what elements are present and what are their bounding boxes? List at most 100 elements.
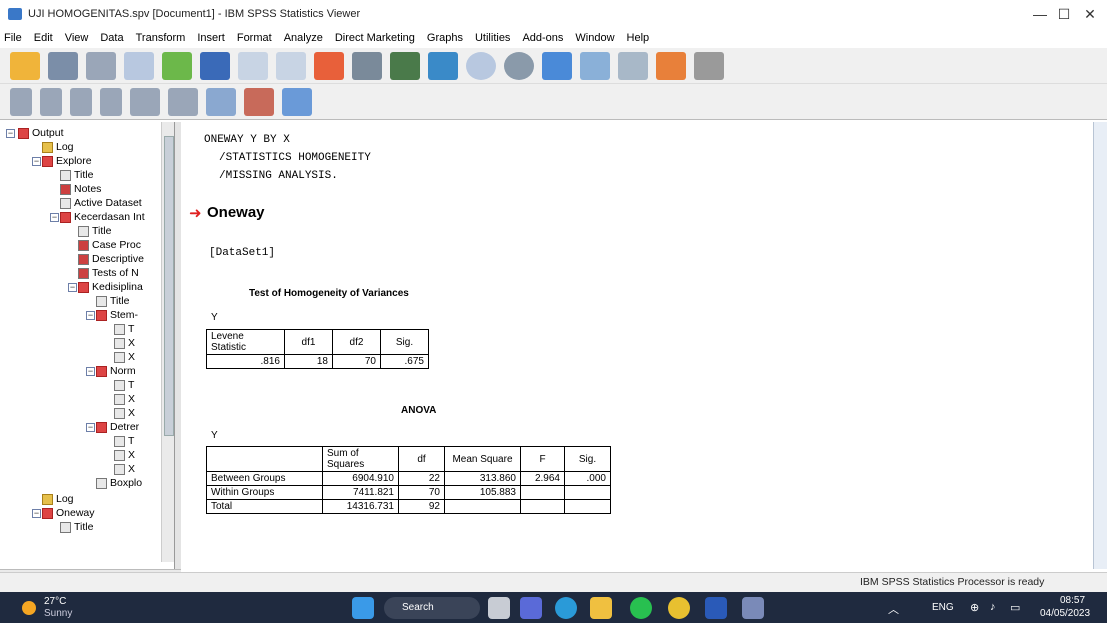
tree-item-text[interactable]: X — [114, 350, 135, 364]
tree-item-stem-leaf[interactable]: Stem- — [96, 308, 138, 322]
tree-item-chart[interactable]: X — [114, 406, 135, 420]
collapse-toggle[interactable]: − — [86, 367, 95, 376]
collapse-toggle[interactable]: − — [6, 129, 15, 138]
show-icon[interactable] — [130, 87, 160, 116]
chrome-icon[interactable] — [668, 597, 690, 619]
battery-icon[interactable]: ▭ — [1010, 601, 1020, 614]
menu-file[interactable]: File — [4, 32, 22, 44]
spss-taskbar-icon[interactable] — [742, 597, 764, 619]
hide-item-icon[interactable] — [168, 87, 198, 116]
tree-item-chart[interactable]: X — [114, 448, 135, 462]
insert-title-icon[interactable] — [244, 87, 274, 116]
tree-item-chart[interactable]: X — [114, 392, 135, 406]
tree-item-title[interactable]: Title — [60, 168, 93, 182]
chat-icon[interactable] — [520, 597, 542, 619]
tree-item-chart[interactable]: X — [114, 462, 135, 476]
tree-item-output[interactable]: Output — [18, 126, 64, 140]
tray-chevron-icon[interactable]: ︿ — [888, 601, 899, 617]
menu-graphs[interactable]: Graphs — [427, 32, 463, 44]
collapse-toggle[interactable]: − — [68, 283, 77, 292]
file-explorer-icon[interactable] — [590, 597, 612, 619]
clock-date[interactable]: 04/05/2023 — [1040, 608, 1090, 619]
tree-item-title[interactable]: Title — [78, 224, 111, 238]
menu-add-ons[interactable]: Add-ons — [522, 32, 563, 44]
language-indicator[interactable]: ENG — [932, 602, 954, 613]
search-label[interactable]: Search — [402, 602, 434, 613]
tree-item-title[interactable]: T — [114, 378, 134, 392]
print-icon[interactable] — [86, 51, 116, 80]
tree-item-title[interactable]: Title — [60, 520, 93, 534]
tree-item-kedisiplinan[interactable]: Kedisiplina — [78, 280, 143, 294]
save-icon[interactable] — [48, 51, 78, 80]
tree-item-title[interactable]: T — [114, 322, 134, 336]
open-folder-icon[interactable] — [10, 51, 40, 80]
variables-icon[interactable] — [390, 51, 420, 80]
oneway-heading[interactable]: Oneway — [207, 204, 265, 221]
find-icon[interactable] — [466, 51, 496, 80]
goto-case-icon[interactable] — [314, 51, 344, 80]
start-windows-icon[interactable] — [352, 597, 374, 619]
volume-icon[interactable]: ♪ — [990, 601, 996, 613]
tree-item-log[interactable]: Log — [42, 140, 74, 154]
collapse-toggle[interactable]: − — [50, 213, 59, 222]
menu-transform[interactable]: Transform — [136, 32, 186, 44]
tree-item-tests-of-normality[interactable]: Tests of N — [78, 266, 139, 280]
tree-item-title[interactable]: T — [114, 434, 134, 448]
collapse-toggle[interactable]: − — [86, 423, 95, 432]
spelling-icon[interactable] — [580, 51, 610, 80]
homogeneity-table[interactable]: Levene Statistic df1 df2 Sig. .816 18 70… — [206, 329, 429, 369]
tree-item-text[interactable]: X — [114, 336, 135, 350]
undo-icon[interactable] — [238, 51, 268, 80]
hide-icon[interactable] — [694, 51, 724, 80]
collapse-minus-icon[interactable] — [100, 87, 122, 116]
collapse-toggle[interactable]: − — [32, 509, 41, 518]
whatsapp-icon[interactable] — [630, 597, 652, 619]
menu-data[interactable]: Data — [100, 32, 123, 44]
menu-edit[interactable]: Edit — [34, 32, 53, 44]
tree-item-explore[interactable]: Explore — [42, 154, 92, 168]
tree-item-descriptives[interactable]: Descriptive — [78, 252, 144, 266]
collapse-toggle[interactable]: − — [86, 311, 95, 320]
network-icon[interactable]: ⊕ — [970, 601, 979, 614]
menu-help[interactable]: Help — [627, 32, 650, 44]
edge-icon[interactable] — [555, 597, 577, 619]
outline-scrollbar[interactable] — [161, 122, 174, 562]
tree-item-kecerdasan[interactable]: Kecerdasan Int — [60, 210, 145, 224]
clock-time[interactable]: 08:57 — [1060, 595, 1085, 606]
task-view-icon[interactable] — [488, 597, 510, 619]
export-icon[interactable] — [162, 51, 192, 80]
redo-icon[interactable] — [276, 51, 306, 80]
tree-item-normal-qq[interactable]: Norm — [96, 364, 136, 378]
close-button[interactable]: ✕ — [1070, 0, 1107, 28]
insert-text-icon[interactable] — [282, 87, 312, 116]
word-icon[interactable] — [705, 597, 727, 619]
menu-utilities[interactable]: Utilities — [475, 32, 510, 44]
menu-direct-marketing[interactable]: Direct Marketing — [335, 32, 415, 44]
use-sets-icon[interactable] — [504, 51, 534, 80]
tree-item-case-processing[interactable]: Case Proc — [78, 238, 141, 252]
insert-heading-icon[interactable] — [206, 87, 236, 116]
script-icon[interactable] — [656, 51, 686, 80]
menu-analyze[interactable]: Analyze — [284, 32, 323, 44]
tree-item-log[interactable]: Log — [42, 492, 74, 506]
tree-item-detrended[interactable]: Detrer — [96, 420, 139, 434]
menu-insert[interactable]: Insert — [197, 32, 225, 44]
show-all-variables-icon[interactable] — [542, 51, 572, 80]
menu-view[interactable]: View — [65, 32, 89, 44]
designate-window-icon[interactable] — [428, 51, 458, 80]
dialog-recall-icon[interactable] — [200, 51, 230, 80]
menu-window[interactable]: Window — [575, 32, 614, 44]
expand-plus-icon[interactable] — [70, 87, 92, 116]
tree-item-oneway[interactable]: Oneway — [42, 506, 95, 520]
collapse-toggle[interactable]: − — [32, 157, 41, 166]
menu-format[interactable]: Format — [237, 32, 272, 44]
tree-item-notes[interactable]: Notes — [60, 182, 101, 196]
promote-arrow-left-icon[interactable] — [10, 87, 32, 116]
tree-item-title[interactable]: Title — [96, 294, 129, 308]
tree-item-active-dataset[interactable]: Active Dataset — [60, 196, 142, 210]
weather-temp[interactable]: 27°C — [44, 596, 66, 607]
content-scrollbar[interactable] — [1093, 122, 1107, 569]
print-preview-icon[interactable] — [124, 51, 154, 80]
demote-arrow-right-icon[interactable] — [40, 87, 62, 116]
run-descriptives-icon[interactable] — [618, 51, 648, 80]
